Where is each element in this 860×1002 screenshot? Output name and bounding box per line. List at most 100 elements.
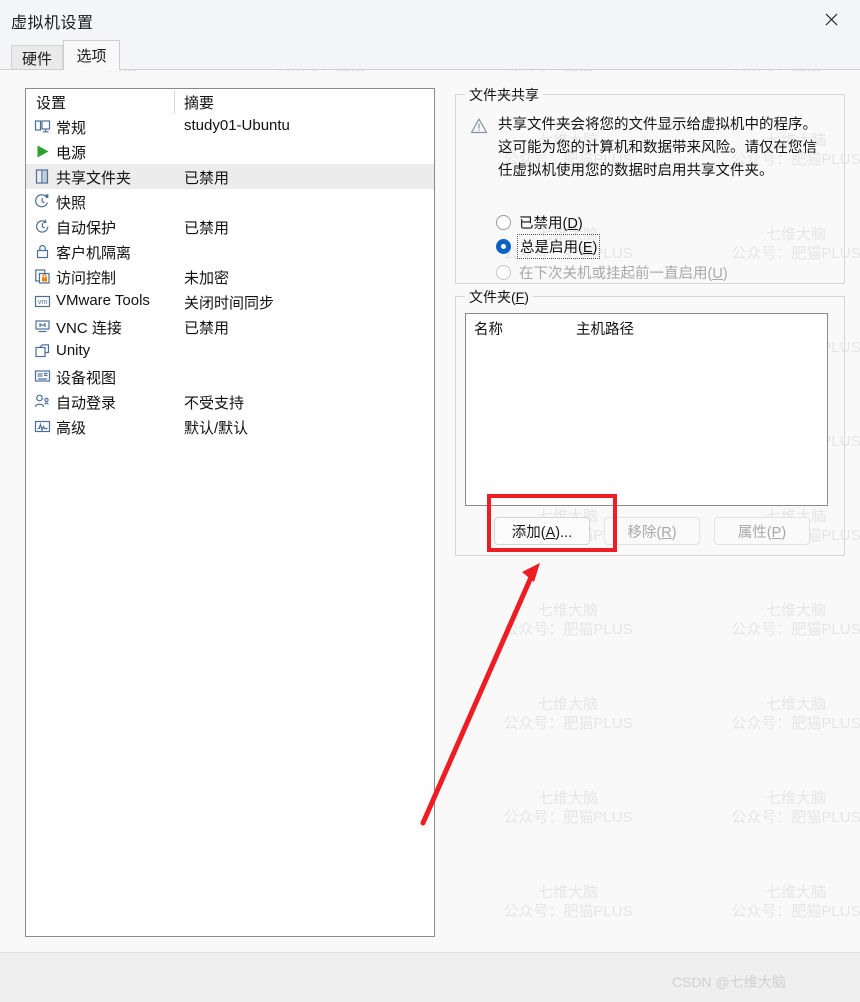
watermark-line2: 公众号：肥猫PLUS — [731, 715, 860, 732]
radio-always-enabled-dot — [496, 238, 511, 254]
radio-disabled-label: 已禁用(D) — [519, 215, 583, 232]
watermark-tile: 七维大脑公众号：肥猫PLUS — [488, 695, 648, 733]
settings-row-2[interactable]: 电源 — [26, 139, 434, 164]
vmware-tools-icon: vm — [34, 293, 51, 310]
snapshot-clock-icon — [34, 193, 51, 210]
settings-row-3[interactable]: 共享文件夹 已禁用 — [26, 164, 434, 189]
advanced-icon — [34, 418, 51, 435]
settings-row-7[interactable]: 访问控制 未加密 — [26, 264, 434, 289]
unity-icon — [34, 343, 51, 360]
watermark-line1: 七维大脑 — [765, 602, 826, 619]
radio-disabled[interactable]: 已禁用(D) — [496, 211, 583, 233]
watermark-tile: 七维大脑公众号：肥猫PLUS — [488, 789, 648, 827]
folders-listbox[interactable]: 名称 主机路径 — [465, 313, 828, 506]
settings-row-9[interactable]: VNC 连接 已禁用 — [26, 314, 434, 339]
watermark-tile: 七维大脑公众号：肥猫PLUS — [716, 601, 860, 639]
tab-hardware-label: 硬件 — [21, 50, 52, 68]
tab-hardware[interactable]: 硬件 — [11, 45, 63, 70]
monitor-icon — [34, 118, 51, 135]
watermark-line2: 公众号：肥猫PLUS — [731, 621, 860, 638]
watermark-line2: 公众号：肥猫PLUS — [503, 621, 633, 638]
watermark-line1: 七维大脑 — [537, 790, 598, 807]
settings-row-summary: 关闭时间同步 — [184, 295, 275, 312]
settings-row-label: 自动登录 — [56, 395, 117, 412]
warning-triangle-icon — [470, 118, 488, 134]
settings-row-summary: 不受支持 — [184, 395, 245, 412]
radio-disabled-dot — [496, 214, 511, 230]
tab-options-label: 选项 — [76, 48, 107, 65]
watermark-tile: 七维大脑公众号：肥猫PLUS — [488, 883, 648, 921]
settings-row-6[interactable]: 客户机隔离 — [26, 239, 434, 264]
watermark-line1: 七维大脑 — [765, 790, 826, 807]
shared-folder-icon — [34, 168, 51, 185]
settings-row-label: 快照 — [56, 195, 87, 212]
folder-sharing-group-title: 文件夹共享 — [465, 85, 543, 105]
folders-group-title: 文件夹(F) — [465, 287, 533, 307]
settings-row-10[interactable]: Unity — [26, 339, 434, 364]
settings-row-label: 共享文件夹 — [56, 170, 132, 187]
column-header-settings: 设置 — [36, 95, 67, 112]
title-bar: 虚拟机设置 — [0, 0, 860, 40]
settings-row-label: 访问控制 — [56, 270, 117, 287]
remove-folder-button-label: 移除(R) — [627, 524, 677, 541]
access-control-icon — [34, 268, 51, 285]
settings-row-13[interactable]: 高级 默认/默认 — [26, 414, 434, 439]
watermark-line2: 公众号：肥猫PLUS — [503, 903, 633, 920]
settings-row-5[interactable]: 自动保护 已禁用 — [26, 214, 434, 239]
radio-always-enabled-label: 总是启用(E) — [516, 233, 601, 259]
settings-row-11[interactable]: 设备视图 — [26, 364, 434, 389]
settings-row-label: 电源 — [56, 145, 87, 162]
settings-row-label: Unity — [56, 342, 91, 359]
close-glyph — [825, 13, 837, 25]
watermark-line1: 七维大脑 — [537, 884, 598, 901]
lock-icon — [34, 243, 51, 260]
device-view-icon — [34, 368, 51, 385]
settings-row-label: VNC 连接 — [56, 320, 122, 337]
pointer-arrow — [420, 563, 540, 826]
watermark-tile: 七维大脑公众号：肥猫PLUS — [716, 789, 860, 827]
settings-row-summary: study01-Ubuntu — [184, 117, 290, 134]
settings-row-12[interactable]: 自动登录 不受支持 — [26, 389, 434, 414]
settings-row-label: 自动保护 — [56, 220, 117, 237]
watermark-line1: 七维大脑 — [537, 696, 598, 713]
folder-sharing-group: 文件夹共享 共享文件夹会将您的文件显示给虚拟机中的程序。这可能为您的计算机和数据… — [455, 85, 845, 284]
folders-column-path: 主机路径 — [576, 322, 634, 338]
folders-column-name: 名称 — [474, 322, 503, 338]
settings-list-rows: 常规 study01-Ubuntu 电源 共享文件夹 已禁用 快照 自动保护 已禁用 客户机隔离… — [26, 114, 434, 439]
settings-row-4[interactable]: 快照 — [26, 189, 434, 214]
add-folder-button-label: 添加(A)... — [511, 524, 573, 541]
header-divider — [174, 90, 175, 114]
folder-properties-button-label: 属性(P) — [737, 524, 787, 541]
tab-strip: 硬件 选项 — [0, 40, 860, 71]
tab-options[interactable]: 选项 — [63, 40, 120, 71]
watermark-tile: 七维大脑公众号：肥猫PLUS — [716, 695, 860, 733]
auto-login-icon — [34, 393, 51, 410]
settings-row-1[interactable]: 常规 study01-Ubuntu — [26, 114, 434, 139]
play-power-icon — [34, 143, 51, 160]
radio-until-shutdown-label: 在下次关机或挂起前一直启用(U) — [519, 265, 728, 282]
settings-row-summary: 未加密 — [184, 270, 230, 287]
settings-row-summary: 已禁用 — [184, 320, 230, 337]
settings-list-panel: 设置 摘要 常规 study01-Ubuntu 电源 共享文件夹 已禁用 快照 自动保护 已禁… — [25, 88, 435, 937]
footer-separator — [0, 952, 860, 953]
settings-row-label: 高级 — [56, 420, 87, 437]
column-header-summary: 摘要 — [184, 95, 215, 112]
watermark-line2: 公众号：肥猫PLUS — [731, 809, 860, 826]
watermark-tile: 七维大脑公众号：肥猫PLUS — [488, 601, 648, 639]
folder-sharing-warning-text: 共享文件夹会将您的文件显示给虚拟机中的程序。这可能为您的计算机和数据带来风险。请… — [498, 117, 817, 179]
radio-always-enabled[interactable]: 总是启用(E) — [496, 233, 601, 259]
settings-row-8[interactable]: vm VMware Tools 关闭时间同步 — [26, 289, 434, 314]
settings-row-label: 设备视图 — [56, 370, 117, 387]
settings-list-header: 设置 摘要 — [26, 89, 434, 114]
settings-row-label: 常规 — [56, 120, 87, 137]
settings-row-label: 客户机隔离 — [56, 245, 132, 262]
close-icon[interactable] — [808, 2, 854, 36]
watermark-line1: 七维大脑 — [765, 696, 826, 713]
radio-until-shutdown: 在下次关机或挂起前一直启用(U) — [496, 261, 728, 283]
add-folder-button[interactable]: 添加(A)... — [494, 517, 590, 545]
vm-settings-dialog: 七维大脑 公众号：肥猫PLUS 七维大脑 公众号：肥猫PLUS 七维大脑 公众号：肥猫PL… — [0, 0, 860, 1002]
settings-row-summary: 已禁用 — [184, 220, 230, 237]
folder-properties-button: 属性(P) — [714, 517, 810, 545]
radio-until-shutdown-dot — [496, 264, 511, 280]
watermark-line1: 七维大脑 — [765, 884, 826, 901]
